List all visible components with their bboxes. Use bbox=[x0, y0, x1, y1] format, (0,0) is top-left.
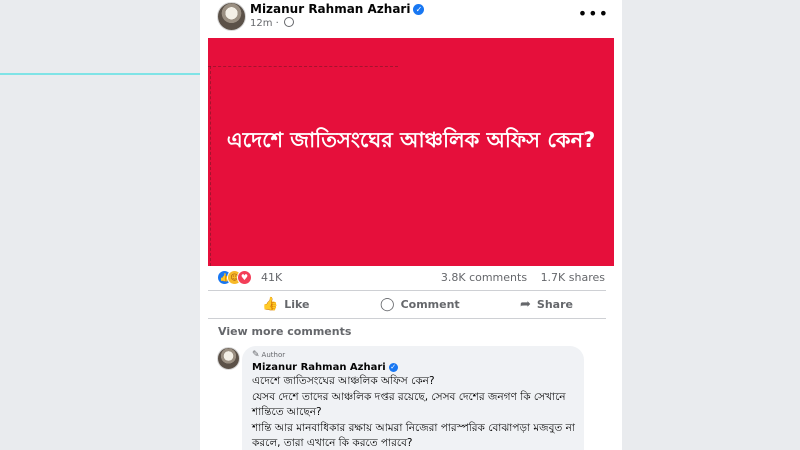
like-button[interactable]: 👍 Like bbox=[262, 291, 309, 318]
comments-count[interactable]: 3.8K comments bbox=[441, 271, 527, 284]
view-more-comments-link[interactable]: View more comments bbox=[218, 325, 351, 338]
background-accent-line bbox=[0, 73, 208, 75]
thumbs-up-icon: 👍 bbox=[262, 297, 279, 312]
globe-icon bbox=[284, 17, 295, 27]
share-arrow-icon: ➦ bbox=[520, 297, 531, 312]
reaction-icons[interactable]: 👍 ☺ ♥ bbox=[217, 270, 257, 285]
comment-button[interactable]: ◯ Comment bbox=[380, 291, 460, 318]
reactions-count[interactable]: 41K bbox=[261, 271, 282, 284]
verified-badge-icon: ✓ bbox=[388, 363, 398, 372]
comment-author-row: Mizanur Rahman Azhari ✓ bbox=[252, 362, 398, 373]
like-label: Like bbox=[284, 298, 310, 311]
post-card: Mizanur Rahman Azhari ✓ 12m · ••• এদেশে জ… bbox=[200, 0, 622, 450]
comment-text-line: যেসব দেশে তাদের আঞ্চলিক দপ্তর রয়েছে, সে… bbox=[252, 391, 566, 418]
pencil-icon: ✎ bbox=[252, 350, 260, 360]
author-badge-label: Author bbox=[261, 351, 286, 359]
share-button[interactable]: ➦ Share bbox=[520, 291, 573, 318]
comment-label: Comment bbox=[400, 298, 460, 311]
post-meta: 12m · bbox=[250, 17, 295, 29]
author-name-row: Mizanur Rahman Azhari ✓ bbox=[250, 2, 425, 16]
comment-bubble-icon: ◯ bbox=[380, 297, 395, 312]
author-avatar[interactable] bbox=[217, 2, 246, 31]
post-time[interactable]: 12m bbox=[250, 18, 272, 29]
author-badge: ✎ Author bbox=[252, 350, 285, 360]
author-name[interactable]: Mizanur Rahman Azhari bbox=[250, 2, 410, 16]
reactions-row: 👍 ☺ ♥ 41K 3.8K comments 1.7K shares bbox=[217, 268, 605, 286]
post-image[interactable]: এদেশে জাতিসংঘের আঞ্চলিক অফিস কেন? bbox=[208, 38, 614, 266]
comment-author-avatar[interactable] bbox=[217, 347, 240, 370]
image-artifact-line bbox=[210, 66, 211, 266]
love-icon: ♥ bbox=[237, 270, 252, 285]
comment-bubble: ✎ Author Mizanur Rahman Azhari ✓ এদেশে জাত… bbox=[242, 346, 584, 450]
more-options-icon[interactable]: ••• bbox=[578, 4, 609, 23]
shares-count[interactable]: 1.7K shares bbox=[541, 271, 605, 284]
comment-author-name[interactable]: Mizanur Rahman Azhari bbox=[252, 362, 386, 373]
image-artifact-line bbox=[208, 66, 398, 67]
post-header: Mizanur Rahman Azhari ✓ 12m · ••• bbox=[217, 2, 609, 32]
comment-text-line: শান্তি আর মানবাধিকার রক্ষায় আমরা নিজেরা… bbox=[252, 422, 575, 449]
share-label: Share bbox=[536, 298, 573, 311]
comment-text-line: এদেশে জাতিসংঘের আঞ্চলিক অফিস কেন? bbox=[252, 375, 435, 387]
verified-badge-icon: ✓ bbox=[413, 4, 425, 15]
post-actions-bar: 👍 Like ◯ Comment ➦ Share bbox=[208, 290, 606, 319]
post-image-text: এদেশে জাতিসংঘের আঞ্চলিক অফিস কেন? bbox=[226, 128, 596, 152]
post-stats: 3.8K comments 1.7K shares bbox=[431, 271, 605, 284]
